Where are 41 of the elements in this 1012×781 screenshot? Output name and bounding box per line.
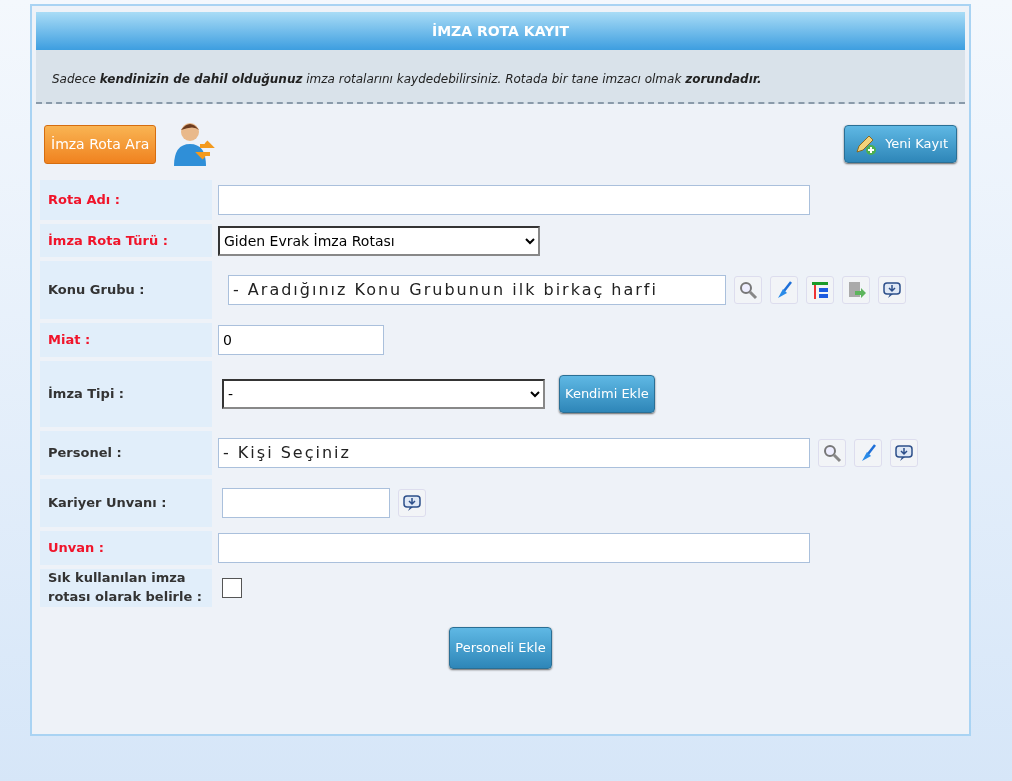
checkbox[interactable]: [222, 578, 242, 598]
field-label: Miat :: [40, 323, 212, 357]
input-field[interactable]: - Aradığınız Konu Grubunun ilk birkaç harfi: [228, 275, 726, 305]
notice-text: Sadece kendinizin de dahil olduğunuz imza rotalarını kaydedebilirsiniz. Rotada bir tane imzacı olmak zorundadır.: [52, 72, 762, 86]
field-label: Unvan :: [40, 531, 212, 565]
input-field[interactable]: 0: [218, 325, 384, 355]
input-field[interactable]: [222, 488, 390, 518]
search-icon: [738, 280, 758, 300]
field-label: Personel :: [40, 431, 212, 475]
field-label: Sık kullanılan imza rotası olarak belirle :: [40, 569, 212, 607]
tree-list-icon: [810, 280, 830, 300]
new-record-button[interactable]: Yeni Kayıt: [844, 125, 957, 163]
add-personnel-button[interactable]: Personeli Ekle: [449, 627, 552, 669]
field-label: İmza Rota Türü :: [40, 224, 212, 257]
dropdown-field[interactable]: Giden Evrak İmza Rotası: [218, 225, 540, 256]
search-icon: [822, 443, 842, 463]
field-label: Konu Grubu :: [40, 261, 212, 319]
speech-bubble-icon: [402, 493, 422, 513]
speech-bubble-button[interactable]: [878, 276, 906, 304]
add-myself-button[interactable]: Kendimi Ekle: [559, 375, 655, 413]
speech-bubble-button[interactable]: [398, 489, 426, 517]
brush-button[interactable]: [770, 276, 798, 304]
input-field[interactable]: [218, 185, 810, 215]
dropdown-field[interactable]: -: [222, 379, 545, 409]
field-label: İmza Tipi :: [40, 361, 212, 427]
field-label: Kariyer Unvanı :: [40, 479, 212, 527]
speech-bubble-icon: [882, 280, 902, 300]
input-field[interactable]: [218, 533, 810, 563]
document-arrow-button[interactable]: [842, 276, 870, 304]
search-route-button[interactable]: İmza Rota Ara: [44, 124, 157, 164]
speech-bubble-button[interactable]: [890, 439, 918, 467]
input-field[interactable]: - Kişi Seçiniz: [218, 438, 810, 468]
field-label: Rota Adı :: [40, 180, 212, 220]
tree-list-button[interactable]: [806, 276, 834, 304]
search-button[interactable]: [734, 276, 762, 304]
user-swap-icon[interactable]: [172, 120, 217, 168]
document-arrow-icon: [846, 280, 866, 300]
panel-title: İMZA ROTA KAYIT: [36, 12, 965, 50]
search-button[interactable]: [818, 439, 846, 467]
speech-bubble-icon: [894, 443, 914, 463]
brush-button[interactable]: [854, 439, 882, 467]
